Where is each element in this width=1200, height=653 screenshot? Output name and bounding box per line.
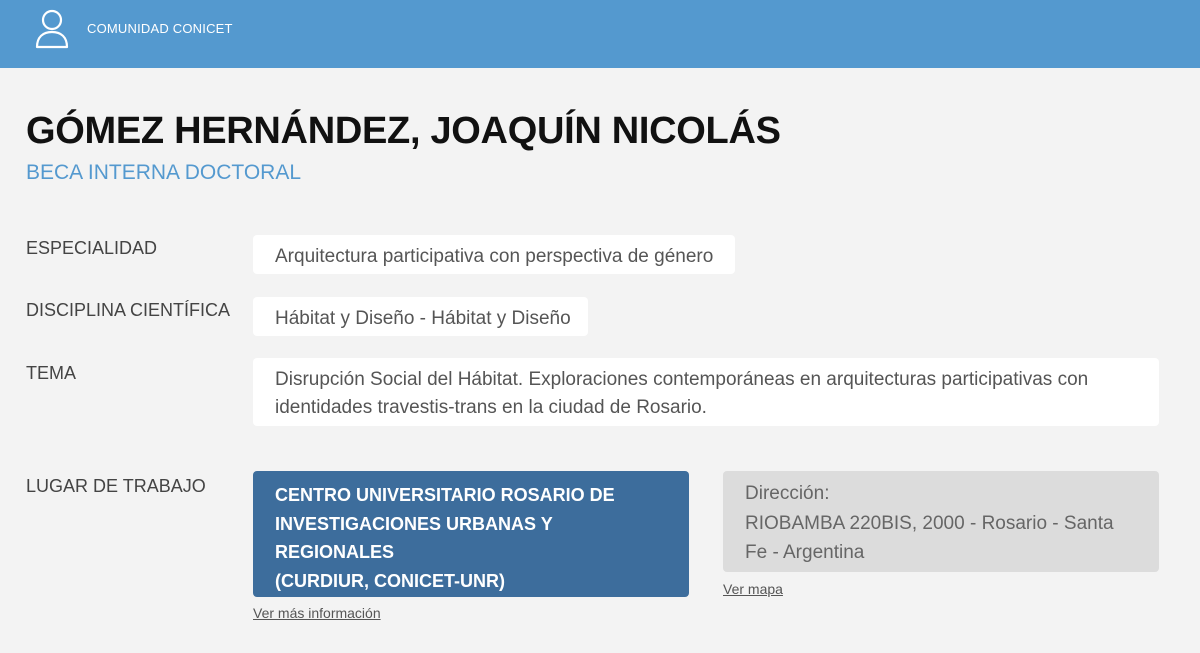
disciplina-value: Hábitat y Diseño - Hábitat y Diseño xyxy=(253,297,588,336)
disciplina-label: DISCIPLINA CIENTÍFICA xyxy=(26,300,231,320)
org-acronym-line: (CURDIUR, CONICET-UNR) xyxy=(275,570,505,591)
user-icon[interactable] xyxy=(33,8,71,50)
org-name-line: REGIONALES xyxy=(275,542,395,562)
top-bar: COMUNIDAD CONICET xyxy=(0,0,1200,68)
address-label: Dirección: xyxy=(745,483,830,504)
tema-label: TEMA xyxy=(26,363,77,383)
workplace-organization[interactable]: CENTRO UNIVERSITARIO ROSARIO DE INVESTIG… xyxy=(253,471,689,597)
org-name-line: INVESTIGACIONES URBANAS Y xyxy=(275,513,553,534)
person-name: GÓMEZ HERNÁNDEZ, JOAQUÍN NICOLÁS xyxy=(26,110,781,152)
especialidad-value: Arquitectura participativa con perspecti… xyxy=(253,235,735,274)
more-info-link[interactable]: Ver más información xyxy=(253,605,381,621)
tema-value: Disrupción Social del Hábitat. Exploraci… xyxy=(253,358,1159,426)
person-role: BECA INTERNA DOCTORAL xyxy=(26,161,302,184)
map-link[interactable]: Ver mapa xyxy=(723,581,783,597)
especialidad-label: ESPECIALIDAD xyxy=(26,238,158,258)
address-value: RIOBAMBA 220BIS, 2000 - Rosario - Santa … xyxy=(745,512,1114,564)
address-box: Dirección: RIOBAMBA 220BIS, 2000 - Rosar… xyxy=(723,471,1159,572)
lugar-trabajo-label: LUGAR DE TRABAJO xyxy=(26,476,206,496)
org-name-line: CENTRO UNIVERSITARIO ROSARIO DE xyxy=(275,485,615,505)
brand-link[interactable]: COMUNIDAD CONICET xyxy=(87,21,233,36)
